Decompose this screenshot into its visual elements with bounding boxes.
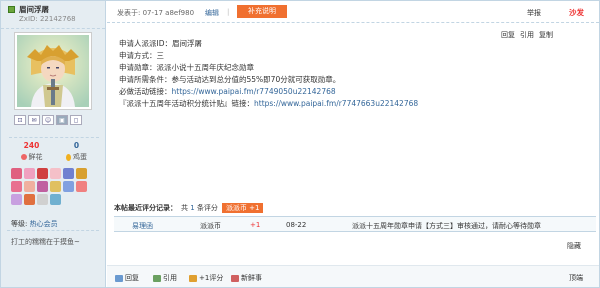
content-line: 申请所需条件：参与活动达到总分值的55%即70分就可获取勋章。 xyxy=(119,75,341,84)
flowers-count: 240 xyxy=(23,141,40,150)
user-level: 等级: 热心会员 xyxy=(11,219,58,229)
reply-button[interactable]: 回复 xyxy=(115,273,139,283)
rating-section: 本帖最近评分记录： 共 1 条评分 派派币 +1 易理函 派派币 +1 08-2… xyxy=(114,202,596,232)
content-line: 申请方式：三 xyxy=(119,51,164,60)
quote-button[interactable]: 引用 xyxy=(153,273,177,283)
medal-icon[interactable] xyxy=(50,194,61,205)
supplement-button[interactable]: 补充说明 xyxy=(237,5,287,18)
eggs-label: 鸡蛋 xyxy=(73,153,87,161)
rating-currency: 派派币 xyxy=(200,222,221,230)
medal-icon[interactable] xyxy=(11,194,22,205)
medal-icon[interactable] xyxy=(76,181,87,192)
copy-link[interactable]: 复制 xyxy=(539,30,553,40)
flowers-stat[interactable]: 240 鲜花 xyxy=(9,141,54,163)
rating-title: 本帖最近评分记录： xyxy=(114,203,177,212)
flowers-label: 鲜花 xyxy=(28,153,43,161)
medal-icon[interactable] xyxy=(37,168,48,179)
user-signature: 打工的糯糯在于摸鱼~ xyxy=(11,238,80,246)
username[interactable]: 眉间浮屠 xyxy=(19,4,49,15)
eggs-stat[interactable]: 0 鸡蛋 xyxy=(54,141,99,163)
medal-list xyxy=(11,168,97,205)
medal-icon[interactable] xyxy=(76,168,87,179)
edit-link[interactable]: 编辑 xyxy=(205,8,219,18)
medal-icon[interactable] xyxy=(50,181,61,192)
friend-icon[interactable]: ☺ xyxy=(42,115,54,125)
user-stats: 240 鲜花 0 鸡蛋 xyxy=(9,137,99,163)
profile-icon[interactable]: ⊡ xyxy=(14,115,26,125)
user-id: ZxID: 22142768 xyxy=(19,15,76,23)
post-header: 发表于: 07-17 a8ef980 编辑 | 补充说明 举报 沙发 xyxy=(107,1,599,23)
qq-icon[interactable]: ▣ xyxy=(56,115,68,125)
level-name[interactable]: 热心会员 xyxy=(30,220,58,228)
report-link[interactable]: 举报 xyxy=(527,8,541,18)
content-line: 申请人派派ID：眉间浮屠 xyxy=(119,39,202,48)
share-button[interactable]: 新鲜事 xyxy=(231,273,262,283)
medal-icon[interactable] xyxy=(24,194,35,205)
rate-icon xyxy=(189,274,197,282)
username-row: 眉间浮屠 ZxID: 22142768 xyxy=(1,1,105,29)
quote-link[interactable]: 引用 xyxy=(520,30,534,40)
message-icon[interactable]: ✉ xyxy=(28,115,40,125)
rate-button[interactable]: +1评分 xyxy=(189,273,223,283)
rating-header: 本帖最近评分记录： 共 1 条评分 派派币 +1 xyxy=(114,202,596,213)
egg-icon xyxy=(66,153,71,161)
avatar-image xyxy=(17,35,89,107)
reply-link[interactable]: 回复 xyxy=(501,30,515,40)
content-line: 必做活动链接：https://www.paipai.fm/r7749050u22… xyxy=(119,86,418,98)
rating-row: 易理函 派派币 +1 08-22 派派十五周年勋章申请【方式三】审核通过，请耐心… xyxy=(114,216,596,232)
rater-name[interactable]: 易理函 xyxy=(132,221,153,231)
medal-icon[interactable] xyxy=(24,181,35,192)
medal-icon[interactable] xyxy=(63,168,74,179)
rating-date: 08-22 xyxy=(286,221,307,229)
post-footer: 回复 引用 +1评分 新鲜事 顶端 xyxy=(107,265,599,287)
user-action-icons: ⊡ ✉ ☺ ▣ ◻ xyxy=(14,115,82,125)
medal-icon[interactable] xyxy=(11,181,22,192)
reply-icon xyxy=(115,274,123,282)
email-icon[interactable]: ◻ xyxy=(70,115,82,125)
share-icon xyxy=(231,274,239,282)
online-status-icon xyxy=(8,6,15,13)
separator: | xyxy=(227,8,230,16)
link1-label: 必做活动链接： xyxy=(119,87,172,96)
activity-link[interactable]: https://www.paipai.fm/r7749050u22142768 xyxy=(172,87,336,96)
rating-reason: 派派十五周年勋章申请【方式三】审核通过，请耐心等待勋章 xyxy=(352,222,541,230)
level-prefix: 等级: xyxy=(11,220,28,228)
user-sidebar: 眉间浮屠 ZxID: 22142768 ⊡ ✉ ☺ ▣ ◻ 240 鲜花 0 鸡… xyxy=(1,1,106,287)
quote-icon xyxy=(153,274,161,282)
rating-tag[interactable]: 派派币 +1 xyxy=(221,202,264,213)
link2-label: 『派派十五周年活动积分统计贴』链接： xyxy=(119,99,254,108)
content-line: 申请勋章：派派小说十五周年庆纪念勋章 xyxy=(119,63,254,72)
avatar[interactable] xyxy=(14,32,92,110)
medal-icon[interactable] xyxy=(50,168,61,179)
score-link[interactable]: https://www.paipai.fm/r7747663u22142768 xyxy=(254,99,418,108)
hide-rating-link[interactable]: 隐藏 xyxy=(567,241,581,251)
rating-amount: +1 xyxy=(250,221,261,229)
divider xyxy=(7,230,99,231)
medal-icon[interactable] xyxy=(37,181,48,192)
post-actions: 回复 引用 复制 xyxy=(501,30,553,40)
medal-icon[interactable] xyxy=(37,194,48,205)
floor-number: 沙发 xyxy=(569,8,584,17)
back-to-top-link[interactable]: 顶端 xyxy=(569,273,583,283)
medal-icon[interactable] xyxy=(11,168,22,179)
flower-icon xyxy=(20,154,27,160)
medal-icon[interactable] xyxy=(63,181,74,192)
eggs-count: 0 xyxy=(73,141,80,150)
post-content: 申请人派派ID：眉间浮屠 申请方式：三 申请勋章：派派小说十五周年庆纪念勋章 申… xyxy=(119,38,418,110)
post-time: 发表于: 07-17 a8ef980 xyxy=(117,9,195,17)
medal-icon[interactable] xyxy=(24,168,35,179)
rating-count: 共 1 条评分 xyxy=(181,203,218,212)
content-line: 『派派十五周年活动积分统计贴』链接：https://www.paipai.fm/… xyxy=(119,98,418,110)
forum-post: 眉间浮屠 ZxID: 22142768 ⊡ ✉ ☺ ▣ ◻ 240 鲜花 0 鸡… xyxy=(0,0,600,288)
